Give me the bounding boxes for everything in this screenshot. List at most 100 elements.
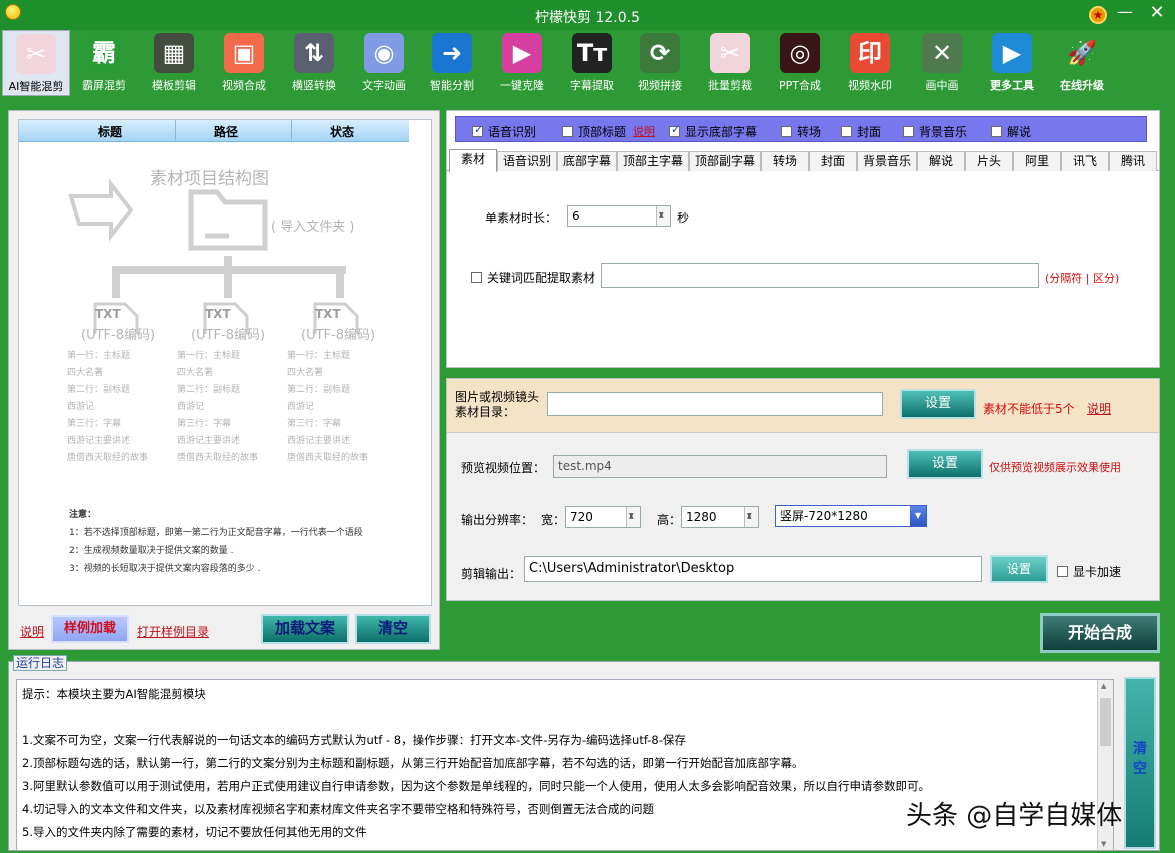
check-keyword-match[interactable]: 关键词匹配提取素材: [471, 269, 595, 286]
sample-line: 第一行：主标题: [287, 351, 351, 361]
column-path[interactable]: 路径: [168, 123, 284, 140]
scroll-thumb[interactable]: [1100, 698, 1111, 746]
scroll-down-icon[interactable]: ▼: [1101, 840, 1106, 848]
material-dir-set-button[interactable]: 设置: [900, 389, 976, 419]
tab-speech[interactable]: 语音识别: [497, 151, 557, 171]
load-script-button[interactable]: 加载文案: [261, 614, 349, 644]
star-badge-icon[interactable]: ★: [1089, 6, 1107, 24]
checkbox-icon[interactable]: [781, 126, 792, 137]
checkbox-icon[interactable]: [471, 272, 482, 283]
output-settings-panel: 图片或视频镜头 素材目录： 设置 素材不能低于5个 说明 预览视频位置： test…: [446, 378, 1160, 601]
check-speech-recognition[interactable]: 语音识别: [472, 123, 536, 140]
open-sample-dir-link[interactable]: 打开样例目录: [137, 623, 209, 640]
duration-label: 单素材时长：: [485, 211, 558, 225]
toolbar-item-watermark[interactable]: 印视频水印: [836, 30, 904, 96]
check-gpu-acceleration[interactable]: 显卡加速: [1057, 563, 1121, 580]
tab-top-main-subtitle[interactable]: 顶部主字幕: [617, 151, 689, 171]
checkbox-icon[interactable]: [903, 126, 914, 137]
note-line: 2：生成视频数量取决于提供文案的数量 .: [69, 546, 234, 556]
material-dir-input[interactable]: [547, 392, 883, 416]
checkbox-icon[interactable]: [841, 126, 852, 137]
checkbox-icon[interactable]: [669, 123, 680, 137]
sample-line: 四大名著: [177, 368, 214, 378]
sample-load-button[interactable]: 样例加载: [51, 615, 129, 643]
preview-path-input[interactable]: test.mp4: [553, 455, 887, 478]
toolbar-item-subtitle[interactable]: Tт 字幕提取: [558, 30, 626, 96]
check-cover[interactable]: 封面: [841, 123, 881, 140]
column-status[interactable]: 状态: [284, 123, 400, 140]
check-narration[interactable]: 解说: [991, 123, 1031, 140]
toolbar-item-ai-mix[interactable]: ✂ AI智能混剪: [2, 30, 70, 96]
sample-line: 四大名著: [67, 368, 104, 378]
keyword-input[interactable]: [601, 263, 1039, 288]
tab-top-sub-subtitle[interactable]: 顶部副字幕: [689, 151, 761, 171]
folder-icon: [188, 189, 268, 251]
toolbar-item-orientation[interactable]: ⇅ 横竖转换: [280, 30, 348, 96]
close-button[interactable]: ✕: [1145, 2, 1169, 24]
width-stepper[interactable]: 720: [565, 506, 641, 528]
resolution-preset-select[interactable]: 竖屏-720*1280 ▼: [775, 505, 927, 527]
toolbar-item-more-tools[interactable]: ▶ 更多工具: [978, 30, 1046, 96]
toolbar-item-split[interactable]: ➜ 智能分割: [418, 30, 486, 96]
toolbar-item-ppt[interactable]: ◎ PPT合成: [766, 30, 834, 96]
output-label: 剪辑输出：: [461, 567, 522, 581]
start-compose-button[interactable]: 开始合成: [1040, 613, 1160, 653]
clear-list-button[interactable]: 清空: [355, 614, 431, 644]
check-transition[interactable]: 转场: [781, 123, 821, 140]
tab-intro[interactable]: 片头: [965, 151, 1013, 171]
ai-mix-icon: ✂: [16, 34, 56, 74]
help-link[interactable]: 说明: [20, 623, 44, 640]
tab-bgm[interactable]: 背景音乐: [857, 151, 917, 171]
scroll-up-icon[interactable]: ▲: [1101, 682, 1106, 690]
toolbar-item-bapin[interactable]: 霸霸屏混剪: [70, 30, 138, 96]
toolbar-item-template[interactable]: ▦ 模板剪辑: [140, 30, 208, 96]
material-dir-band: 图片或视频镜头 素材目录： 设置 素材不能低于5个 说明: [447, 379, 1159, 433]
check-bgm[interactable]: 背景音乐: [903, 123, 967, 140]
sample-line: 第二行：副标题: [177, 385, 241, 395]
toolbar-item-video-merge[interactable]: ▣ 视频合成: [210, 30, 278, 96]
material-dir-help-link[interactable]: 说明: [1087, 400, 1111, 417]
options-panel: 语音识别 顶部标题 说明 显示底部字幕 转场 封面 背景音乐 解说 素材 语音识…: [446, 110, 1160, 368]
toolbar-item-label: 模板剪辑: [152, 79, 196, 92]
height-stepper[interactable]: 1280: [681, 506, 759, 528]
preview-set-button[interactable]: 设置: [907, 449, 983, 479]
text-anim-icon: ◉: [364, 33, 404, 73]
output-path-input[interactable]: C:\Users\Administrator\Desktop: [524, 556, 982, 582]
toolbar-item-batch-crop[interactable]: ✂ 批量剪裁: [696, 30, 764, 96]
tab-material[interactable]: 素材: [449, 149, 497, 172]
clear-log-button[interactable]: 清空: [1124, 677, 1156, 849]
toolbar-item-label: 更多工具: [990, 79, 1034, 92]
toolbar-item-clone[interactable]: ▶ 一键克隆: [488, 30, 556, 96]
run-log-legend: 运行日志: [13, 655, 68, 671]
toolbar-item-text-anim[interactable]: ◉ 文字动画: [350, 30, 418, 96]
check-top-title[interactable]: 顶部标题: [562, 123, 626, 140]
duration-stepper[interactable]: 6: [567, 205, 671, 227]
checkbox-icon[interactable]: [472, 123, 483, 137]
toolbar-item-pip[interactable]: ✕ 画中画: [908, 30, 976, 96]
material-list-panel: 标题 路径 状态 素材项目结构图 (导入文件夹) TXT (UTF-8编码)…: [8, 110, 440, 650]
column-title[interactable]: 标题: [52, 123, 168, 140]
material-grid[interactable]: 标题 路径 状态 素材项目结构图 (导入文件夹) TXT (UTF-8编码)…: [18, 119, 432, 606]
checkbox-icon[interactable]: [1057, 566, 1068, 577]
toolbar-item-label: PPT合成: [779, 79, 821, 92]
minimize-button[interactable]: —: [1113, 2, 1137, 24]
tab-transition[interactable]: 转场: [761, 151, 809, 171]
check-bottom-subtitle[interactable]: 显示底部字幕: [669, 123, 757, 140]
tab-narration[interactable]: 解说: [917, 151, 965, 171]
tab-bottom-subtitle[interactable]: 底部字幕: [557, 151, 617, 171]
preview-label: 预览视频位置：: [461, 461, 546, 475]
top-title-help-link[interactable]: 说明: [633, 123, 655, 139]
resolution-label: 输出分辨率：: [461, 513, 534, 527]
tab-aliyun[interactable]: 阿里: [1013, 151, 1061, 171]
toolbar-item-upgrade[interactable]: 🚀 在线升级: [1048, 30, 1116, 96]
toolbar-item-label: 横竖转换: [292, 79, 336, 92]
chevron-down-icon[interactable]: ▼: [910, 506, 926, 526]
tab-cover[interactable]: 封面: [809, 151, 857, 171]
sample-line: 第一行：主标题: [177, 351, 241, 361]
tab-xunfei[interactable]: 讯飞: [1061, 151, 1109, 171]
tab-tencent[interactable]: 腾讯: [1109, 151, 1157, 171]
output-set-button[interactable]: 设置: [990, 555, 1048, 583]
checkbox-icon[interactable]: [562, 126, 573, 137]
checkbox-icon[interactable]: [991, 126, 1002, 137]
toolbar-item-concat[interactable]: ⟳ 视频拼接: [626, 30, 694, 96]
